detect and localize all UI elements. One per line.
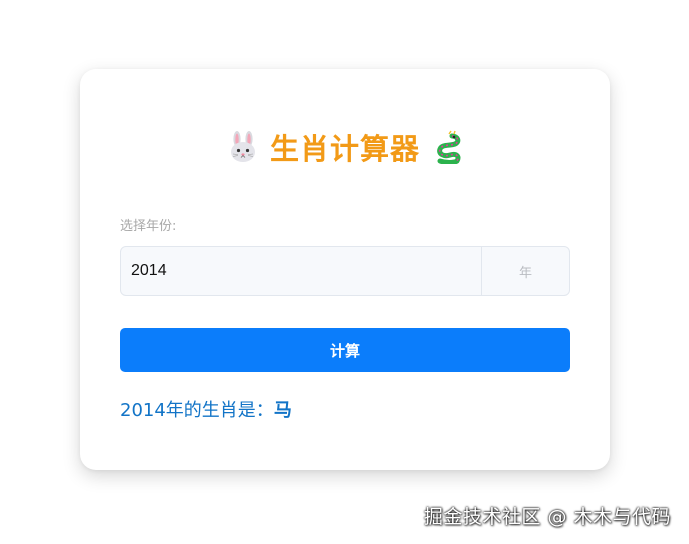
year-label: 选择年份:	[120, 219, 177, 234]
year-input-group: 年	[120, 246, 570, 296]
title-row: 生肖计算器	[80, 125, 610, 169]
result-zodiac: 马	[273, 400, 292, 421]
zodiac-calculator-card: 生肖计算器 选择年份: 年 计算 2014年的生肖是：马	[80, 69, 610, 470]
watermark: 掘金技术社区 @ 木木与代码	[423, 506, 671, 528]
result-prefix: 2014年的生肖是：	[120, 400, 274, 421]
calculate-button[interactable]: 计算	[120, 328, 570, 372]
rabbit-face-icon	[226, 130, 260, 164]
year-input[interactable]	[121, 247, 481, 295]
page-title: 生肖计算器	[269, 132, 420, 166]
dragon-icon	[430, 130, 464, 165]
result-text: 2014年的生肖是：马	[120, 396, 292, 422]
year-suffix-addon: 年	[481, 247, 569, 295]
